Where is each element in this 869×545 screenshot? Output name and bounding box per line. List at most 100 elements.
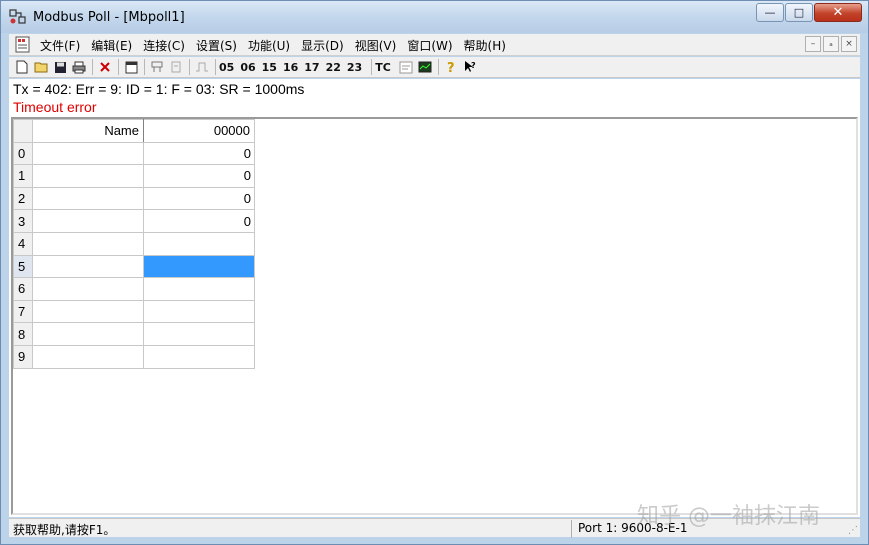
modbus-app-icon	[9, 9, 26, 24]
menu-items: 文件(F) 编辑(E) 连接(C) 设置(S) 功能(U) 显示(D) 视图(V…	[40, 37, 517, 54]
toolbar-separator	[371, 59, 373, 75]
function-22-button[interactable]: 22	[326, 61, 341, 74]
menu-connection[interactable]: 连接(C)	[143, 37, 185, 54]
value-cell[interactable]	[143, 277, 255, 301]
row-header[interactable]: 4	[13, 231, 33, 256]
title-bar[interactable]: Modbus Poll - [Mbpoll1] — □ ✕	[1, 1, 868, 33]
menu-window[interactable]: 窗口(W)	[407, 37, 452, 54]
window-controls: — □ ✕	[755, 3, 862, 23]
function-23-button[interactable]: 23	[347, 61, 362, 74]
name-cell[interactable]	[32, 186, 144, 211]
menu-functions[interactable]: 功能(U)	[248, 37, 290, 54]
name-cell[interactable]	[32, 231, 144, 256]
name-cell[interactable]	[32, 322, 144, 346]
mdi-minimize-button[interactable]: –	[805, 36, 821, 52]
save-icon[interactable]	[51, 59, 69, 75]
value-cell[interactable]: 0	[143, 186, 255, 211]
context-help-icon[interactable]: ?	[461, 59, 479, 75]
value-cell[interactable]: 0	[143, 141, 255, 166]
selected-value-cell[interactable]	[143, 254, 255, 279]
row-header[interactable]: 5	[13, 254, 33, 279]
document-icon[interactable]	[14, 36, 32, 53]
grid-corner	[13, 119, 33, 143]
menu-setup[interactable]: 设置(S)	[196, 37, 237, 54]
poll-status-text: Tx = 402: Err = 9: ID = 1: F = 03: SR = …	[13, 81, 305, 97]
value-cell[interactable]	[143, 299, 255, 324]
table-row: 7	[13, 299, 255, 324]
column-header-name[interactable]: Name	[32, 119, 144, 143]
value-cell[interactable]: 0	[143, 164, 255, 188]
table-row: 30	[13, 209, 255, 233]
connect-icon[interactable]	[148, 59, 166, 75]
maximize-button[interactable]: □	[785, 3, 813, 22]
table-row: 4	[13, 231, 255, 256]
register-table: Name 00000 00102030456789	[13, 119, 255, 369]
menu-view[interactable]: 视图(V)	[355, 37, 397, 54]
value-cell[interactable]	[143, 322, 255, 346]
monitor-icon[interactable]	[416, 59, 434, 75]
menu-bar: 文件(F) 编辑(E) 连接(C) 设置(S) 功能(U) 显示(D) 视图(V…	[9, 34, 860, 56]
name-cell[interactable]	[32, 141, 144, 166]
minimize-icon: —	[764, 6, 776, 19]
table-row: 10	[13, 164, 255, 188]
help-hint: 获取帮助,请按F1。	[13, 523, 116, 537]
pulse-icon[interactable]	[193, 59, 211, 75]
new-file-icon[interactable]	[13, 59, 31, 75]
function-06-button[interactable]: 06	[240, 61, 255, 74]
watermark: 知乎 @一袖抹江南	[637, 504, 820, 529]
window-title: Modbus Poll - [Mbpoll1]	[33, 10, 185, 25]
poll-document: Tx = 402: Err = 9: ID = 1: F = 03: SR = …	[9, 79, 860, 517]
table-row: 20	[13, 186, 255, 211]
value-cell[interactable]: 0	[143, 209, 255, 233]
close-button[interactable]: ✕	[814, 3, 862, 22]
function-05-button[interactable]: 05	[219, 61, 234, 74]
toolbar-separator	[215, 59, 216, 75]
row-header[interactable]: 3	[13, 209, 33, 233]
menu-help[interactable]: 帮助(H)	[464, 37, 506, 54]
error-message: Timeout error	[13, 99, 97, 115]
toolbar-separator	[189, 59, 190, 75]
row-header[interactable]: 0	[13, 141, 33, 166]
print-icon[interactable]	[70, 59, 88, 75]
row-header[interactable]: 1	[13, 164, 33, 188]
row-header[interactable]: 7	[13, 299, 33, 324]
toolbar: 05 06 15 16 17 22 23 TC ? ?	[9, 57, 860, 78]
name-cell[interactable]	[32, 299, 144, 324]
function-16-button[interactable]: 16	[283, 61, 298, 74]
toolbar-separator	[144, 59, 145, 75]
function-17-button[interactable]: 17	[304, 61, 319, 74]
row-header[interactable]: 9	[13, 344, 33, 369]
delete-icon[interactable]	[96, 59, 114, 75]
table-row: 8	[13, 322, 255, 346]
help-icon[interactable]: ?	[442, 59, 460, 75]
table-row: 9	[13, 344, 255, 369]
window-icon[interactable]	[122, 59, 140, 75]
column-header-address[interactable]: 00000	[143, 119, 255, 143]
name-cell[interactable]	[32, 254, 144, 279]
resize-grip-icon[interactable]: ⋰	[848, 525, 858, 536]
minimize-button[interactable]: —	[756, 3, 784, 22]
row-header[interactable]: 2	[13, 186, 33, 211]
open-folder-icon[interactable]	[32, 59, 50, 75]
row-header[interactable]: 8	[13, 322, 33, 346]
mdi-close-button[interactable]: ×	[841, 36, 857, 52]
name-cell[interactable]	[32, 344, 144, 369]
menu-edit[interactable]: 编辑(E)	[91, 37, 132, 54]
svg-text:?: ?	[447, 61, 455, 74]
row-header[interactable]: 6	[13, 277, 33, 301]
app-window: Modbus Poll - [Mbpoll1] — □ ✕ 文件(F) 编辑(E…	[0, 0, 869, 545]
function-15-button[interactable]: 15	[262, 61, 277, 74]
toolbar-separator	[92, 59, 93, 75]
disconnect-icon[interactable]	[167, 59, 185, 75]
name-cell[interactable]	[32, 164, 144, 188]
communication-icon[interactable]	[397, 59, 415, 75]
menu-file[interactable]: 文件(F)	[40, 37, 80, 54]
mdi-restore-button[interactable]: ₐ	[823, 36, 839, 52]
value-cell[interactable]	[143, 344, 255, 369]
close-icon: ✕	[832, 5, 844, 20]
traffic-button[interactable]: TC	[375, 61, 391, 74]
name-cell[interactable]	[32, 277, 144, 301]
name-cell[interactable]	[32, 209, 144, 233]
value-cell[interactable]	[143, 231, 255, 256]
menu-display[interactable]: 显示(D)	[301, 37, 344, 54]
